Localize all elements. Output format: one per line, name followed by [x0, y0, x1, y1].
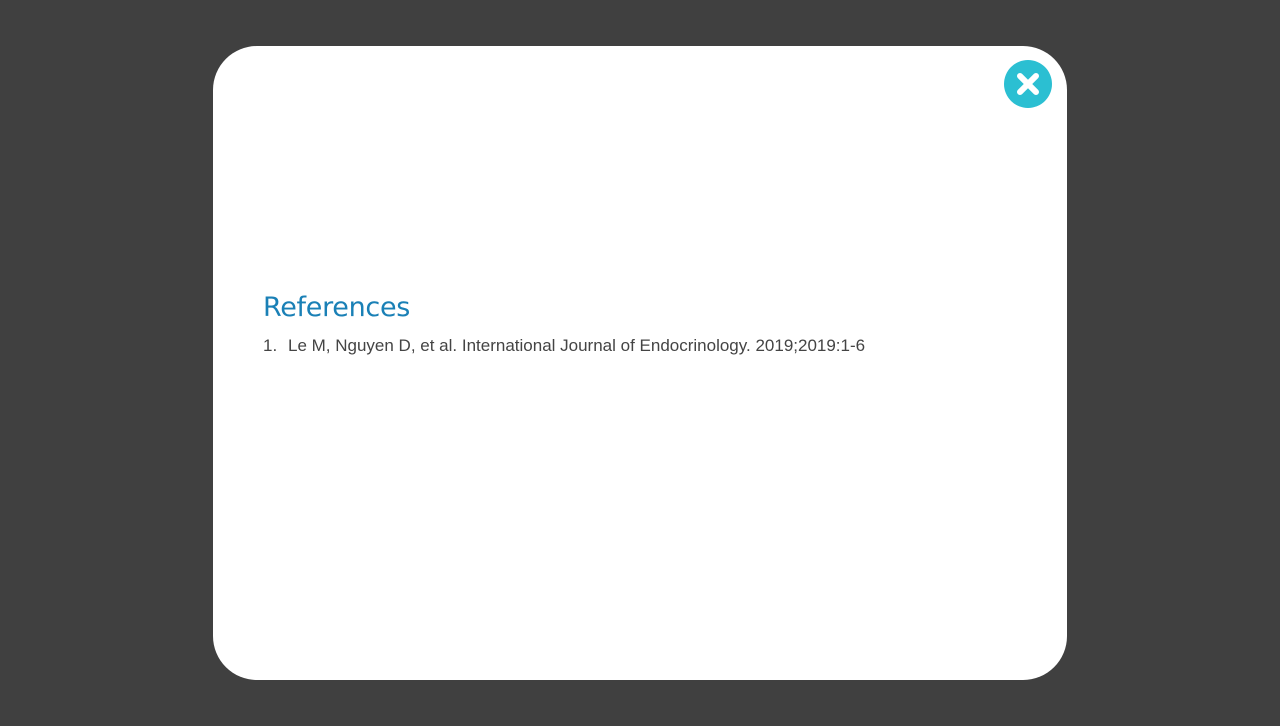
reference-number: 1. — [263, 336, 278, 355]
reference-item: 1. Le M, Nguyen D, et al. International … — [263, 335, 1003, 357]
close-button[interactable] — [1004, 60, 1052, 108]
references-list: 1. Le M, Nguyen D, et al. International … — [263, 335, 1003, 357]
reference-text: Le M, Nguyen D, et al. International Jou… — [288, 336, 866, 355]
references-heading: References — [263, 292, 411, 323]
references-modal: References 1. Le M, Nguyen D, et al. Int… — [213, 46, 1067, 680]
close-icon — [1017, 73, 1039, 95]
references-content: References 1. Le M, Nguyen D, et al. Int… — [263, 289, 1003, 357]
